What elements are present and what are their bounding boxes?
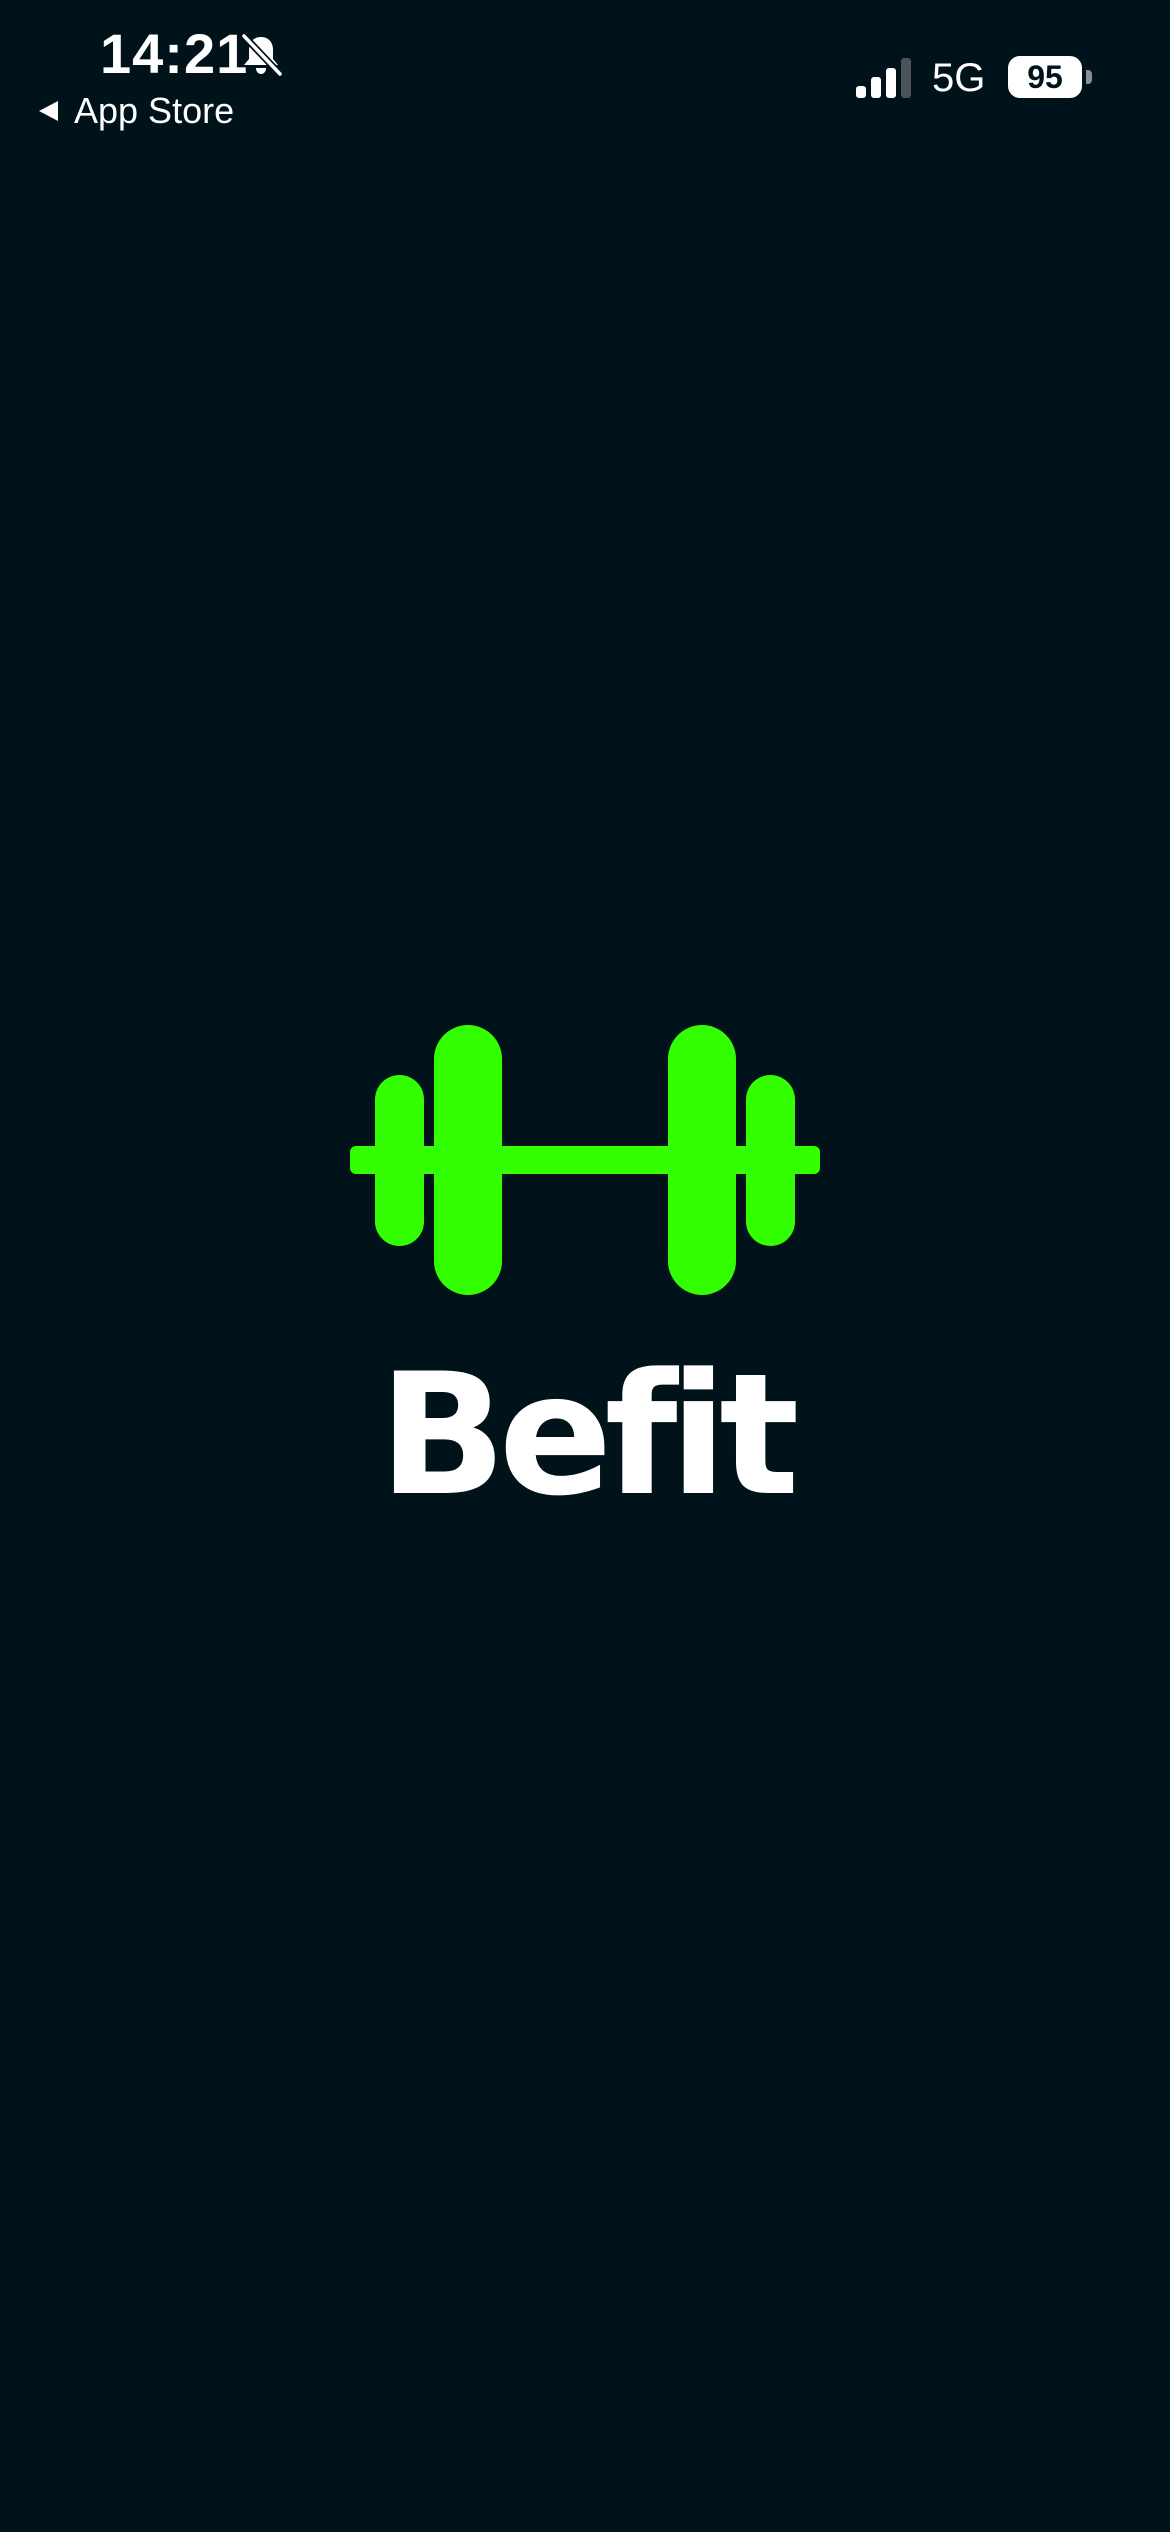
status-bar: 14:21 App Store 5G 95 [0, 0, 1170, 150]
back-to-app-store-button[interactable]: App Store [36, 88, 234, 134]
app-name: Befit [378, 1337, 800, 1533]
battery-icon: 95 [1008, 56, 1094, 98]
battery-level: 95 [1027, 59, 1063, 95]
cellular-signal-icon [854, 58, 916, 98]
network-type: 5G [932, 56, 986, 100]
battery-cap [1086, 70, 1092, 84]
bell-slash-icon [238, 32, 284, 78]
status-time: 14:21 [100, 22, 249, 85]
back-triangle-icon [36, 99, 60, 123]
back-link-label: App Store [74, 90, 235, 131]
battery-body: 95 [1008, 56, 1082, 98]
dumbbell-icon [350, 1024, 820, 1296]
